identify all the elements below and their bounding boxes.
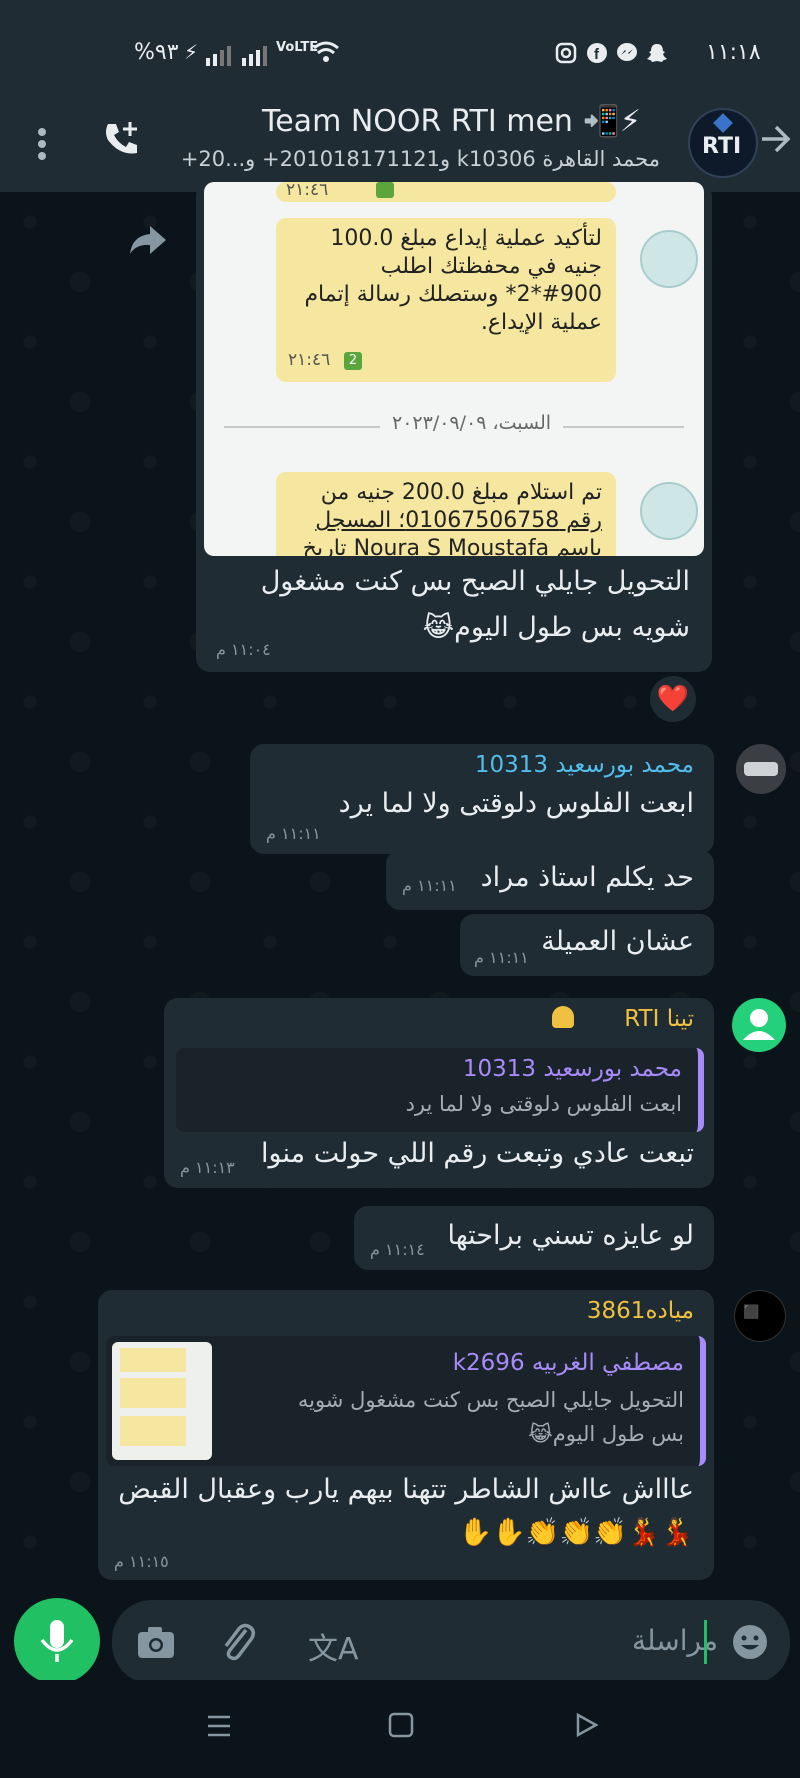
quoted-text: بس طول اليوم😹	[528, 1422, 684, 1446]
sender-avatar[interactable]: ⬛	[734, 1290, 786, 1342]
message-bubble[interactable]: تينا RTI محمد بورسعيد 10313 ابعت الفلوس …	[164, 998, 714, 1188]
sender-name[interactable]: تينا RTI	[624, 1006, 694, 1032]
message-text: حد يكلم استاذ مراد	[480, 862, 694, 893]
sender-avatar[interactable]	[732, 998, 786, 1052]
mic-button[interactable]	[14, 1598, 100, 1684]
message-bubble-image[interactable]: ٢١:٤٦ لتأكيد عملية إيداع مبلغ 100.0 جنيه…	[196, 182, 712, 672]
battery-level: %٩٣	[134, 40, 179, 65]
status-bar: %٩٣ ⚡ VoLTE f ١١:١٨	[0, 0, 800, 100]
message-text: شويه بس طول اليوم😹	[422, 612, 690, 643]
message-text: التحويل جايلي الصبح بس كنت مشغول	[260, 566, 690, 597]
sim-badge-icon	[376, 182, 394, 198]
quoted-sender: محمد بورسعيد 10313	[462, 1056, 682, 1082]
signal-icon	[206, 44, 286, 70]
quoted-message[interactable]: محمد بورسعيد 10313 ابعت الفلوس دلوقتى ول…	[176, 1048, 704, 1132]
sms-bubble: تم استلام مبلغ 200.0 جنيه من رقم 0106750…	[276, 472, 616, 556]
forward-icon[interactable]	[128, 222, 168, 262]
car-image	[744, 762, 778, 776]
date-divider: السبت، ٢٠٢٣/٠٩/٠٩	[380, 412, 564, 434]
message-time: ١١:١١ م	[474, 948, 529, 967]
attach-icon[interactable]	[218, 1620, 258, 1668]
sms-bubble: لتأكيد عملية إيداع مبلغ 100.0 جنيه في مح…	[276, 218, 616, 382]
emoji-icon[interactable]	[730, 1622, 770, 1666]
quoted-sender: مصطفي الغربيه k2696	[452, 1350, 684, 1376]
message-time: ١١:١٣ م	[180, 1158, 235, 1177]
message-bubble[interactable]: حد يكلم استاذ مراد ١١:١١ م	[386, 850, 714, 910]
translate-icon[interactable]: 文A	[308, 1624, 359, 1668]
message-time: ١١:١١ م	[402, 876, 457, 895]
logo-diamond	[713, 113, 733, 133]
camera-icon[interactable]	[136, 1624, 176, 1664]
message-time: ١١:٠٤ م	[216, 640, 271, 659]
snapchat-icon	[646, 42, 668, 68]
message-bubble[interactable]: محمد بورسعيد 10313 ابعت الفلوس دلوقتى ول…	[250, 744, 714, 854]
charging-icon: ⚡	[184, 40, 199, 64]
quoted-thumbnail	[112, 1342, 212, 1460]
avatar-logo-text: ⬛	[743, 1305, 760, 1320]
back-arrow-icon[interactable]	[758, 122, 792, 160]
message-bubble[interactable]: مياده3861 مصطفي الغربيه k2696 التحويل جا…	[98, 1290, 714, 1580]
chat-header: Team NOOR RTI men 📲⚡ محمد القاهرة k10306…	[0, 100, 800, 192]
sender-name[interactable]: محمد بورسعيد 10313	[475, 752, 694, 778]
wifi-icon	[312, 40, 340, 68]
sms-bubble: ٢١:٤٦	[276, 182, 616, 202]
sender-name[interactable]: مياده3861	[587, 1298, 694, 1324]
message-time: ١١:١٥ م	[114, 1552, 169, 1571]
message-text: ابعت الفلوس دلوقتى ولا لما يرد	[338, 788, 694, 819]
admin-shield-icon	[552, 1006, 574, 1028]
chat-participants[interactable]: محمد القاهرة k10306 و201018171121+ و...2…	[168, 147, 660, 171]
status-time: ١١:١٨	[706, 40, 761, 65]
message-time: ١١:١٤ م	[370, 1240, 425, 1259]
message-text: عشان العميلة	[541, 926, 694, 957]
message-bubble[interactable]: لو عايزه تسني براحتها ١١:١٤ م	[354, 1206, 714, 1270]
more-options-icon[interactable]	[30, 120, 54, 168]
home-icon[interactable]	[388, 1712, 414, 1742]
message-text: لو عايزه تسني براحتها	[447, 1220, 695, 1251]
message-emojis: 💃💃👏👏👏✋✋	[458, 1517, 694, 1548]
reaction-heart[interactable]: ❤️	[650, 676, 696, 722]
system-nav-bar	[0, 1680, 800, 1778]
group-avatar[interactable]: RTI	[688, 108, 758, 178]
message-bubble[interactable]: عشان العميلة ١١:١١ م	[460, 914, 714, 976]
messenger-icon	[616, 42, 638, 68]
facebook-icon: f	[586, 42, 608, 68]
message-text: عاااش عااش الشاطر تتهنا بيهم يارب وعقبال…	[118, 1474, 694, 1505]
recent-apps-icon[interactable]	[206, 1714, 232, 1742]
sim-badge-icon: 2	[344, 352, 362, 370]
chat-title[interactable]: Team NOOR RTI men 📲⚡	[262, 104, 641, 139]
instagram-icon	[555, 42, 577, 68]
message-text: تبعت عادي وتبعت رقم اللي حولت منوا	[261, 1138, 694, 1169]
quoted-message[interactable]: مصطفي الغربيه k2696 التحويل جايلي الصبح …	[106, 1336, 706, 1466]
message-time: ١١:١١ م	[266, 824, 321, 843]
message-input-bar[interactable]: 文A مراسلة	[112, 1600, 790, 1684]
sms-sender-avatar	[640, 482, 698, 540]
sender-avatar[interactable]	[736, 744, 786, 794]
sms-sender-avatar	[640, 230, 698, 288]
text-cursor	[704, 1620, 707, 1664]
add-call-icon[interactable]	[100, 118, 144, 162]
quoted-text: ابعت الفلوس دلوقتى ولا لما يرد	[405, 1092, 682, 1116]
back-icon[interactable]	[574, 1712, 600, 1742]
quoted-text: التحويل جايلي الصبح بس كنت مشغول شويه	[297, 1388, 684, 1412]
chat-area[interactable]: ٢١:٤٦ لتأكيد عملية إيداع مبلغ 100.0 جنيه…	[0, 182, 800, 1592]
embedded-screenshot[interactable]: ٢١:٤٦ لتأكيد عملية إيداع مبلغ 100.0 جنيه…	[204, 182, 704, 556]
